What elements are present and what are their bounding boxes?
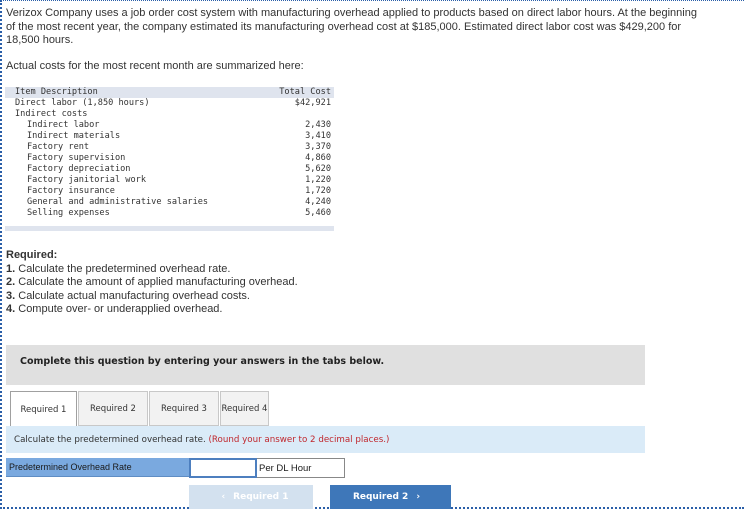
row-total: 4,240	[305, 197, 331, 207]
prev-required-button[interactable]: ‹ Required 1	[189, 485, 313, 509]
required-item-text: Compute over- or underapplied overhead.	[15, 303, 223, 315]
required-item-number: 2.	[6, 276, 16, 288]
table-row: Factory rent 3,370	[5, 142, 334, 153]
row-description: Factory insurance	[27, 186, 115, 196]
chevron-left-icon: ‹	[221, 492, 226, 502]
table-row: Factory insurance 1,720	[5, 186, 334, 197]
table-header-row: Item Description Total Cost	[5, 87, 334, 98]
next-required-button[interactable]: Required 2 ›	[330, 485, 451, 509]
tab-required-4[interactable]: Required 4	[220, 391, 269, 426]
required-title: Required:	[6, 249, 58, 261]
chevron-right-icon: ›	[416, 492, 421, 502]
required-item: 2. Calculate the amount of applied manuf…	[6, 276, 298, 290]
prev-label: Required 1	[233, 492, 289, 502]
required-item-text: Calculate the amount of applied manufact…	[15, 276, 298, 288]
tab-required-3[interactable]: Required 3	[149, 391, 219, 426]
tab-required-1[interactable]: Required 1	[10, 391, 77, 427]
table-row: Indirect costs	[5, 109, 334, 120]
row-description: Selling expenses	[27, 208, 110, 218]
required-item-text: Calculate the predetermined overhead rat…	[15, 262, 231, 275]
required-item: 4. Compute over- or underapplied overhea…	[6, 303, 298, 317]
row-description: Direct labor (1,850 hours)	[15, 98, 150, 108]
required-item-number: 3.	[6, 289, 16, 302]
table-row: General and administrative salaries 4,24…	[5, 197, 334, 208]
header-description: Item Description	[5, 87, 256, 98]
row-total: 1,720	[305, 186, 331, 196]
row-description: Factory rent	[27, 142, 90, 152]
row-description: Indirect labor	[27, 120, 100, 130]
answer-label: Predetermined Overhead Rate	[6, 458, 189, 477]
row-total: 1,220	[305, 175, 331, 185]
row-total: 4,860	[305, 153, 331, 163]
required-item: 3. Calculate actual manufacturing overhe…	[6, 290, 298, 304]
table-row: Factory depreciation 5,620	[5, 164, 334, 175]
table-footer	[5, 226, 334, 231]
actual-costs-lead: Actual costs for the most recent month a…	[6, 60, 304, 72]
task-instruction: Calculate the predetermined overhead rat…	[6, 426, 645, 453]
tab-required-2[interactable]: Required 2	[78, 391, 148, 426]
answer-row: Predetermined Overhead Rate Per DL Hour	[6, 458, 345, 478]
problem-intro: Verizox Company uses a job order cost sy…	[6, 7, 697, 46]
table-row: Selling expenses 5,460	[5, 208, 334, 219]
answer-unit: Per DL Hour	[257, 458, 345, 478]
complete-question-banner: Complete this question by entering your …	[6, 345, 645, 385]
rounding-note: (Round your answer to 2 decimal places.)	[208, 435, 390, 445]
cost-table: Item Description Total Cost Direct labor…	[5, 87, 334, 231]
required-item: 1. Calculate the predetermined overhead …	[6, 263, 298, 277]
table-row: Indirect materials 3,410	[5, 131, 334, 142]
row-description: Indirect costs	[15, 109, 88, 119]
row-total: 3,370	[305, 142, 331, 152]
required-tabs: Required 1 Required 2 Required 3 Require…	[10, 391, 270, 427]
row-description: Factory janitorial work	[27, 175, 146, 185]
row-description: Factory supervision	[27, 153, 126, 163]
table-row: Factory supervision 4,860	[5, 153, 334, 164]
table-row: Factory janitorial work 1,220	[5, 175, 334, 186]
row-total: 5,460	[305, 208, 331, 218]
header-total: Total Cost	[255, 87, 334, 98]
row-total: 3,410	[305, 131, 331, 141]
table-row: Indirect labor 2,430	[5, 120, 334, 131]
overhead-rate-input[interactable]	[189, 458, 257, 478]
required-section: Required: 1. Calculate the predetermined…	[6, 249, 298, 317]
row-total: 5,620	[305, 164, 331, 174]
table-row: Direct labor (1,850 hours) $42,921	[5, 98, 334, 109]
required-item-number: 1.	[6, 262, 16, 275]
required-item-text: Calculate actual manufacturing overhead …	[15, 289, 250, 302]
row-description: Indirect materials	[27, 131, 121, 141]
task-text: Calculate the predetermined overhead rat…	[14, 435, 209, 445]
row-description: General and administrative salaries	[27, 197, 209, 207]
next-label: Required 2	[352, 492, 409, 502]
row-description: Factory depreciation	[27, 164, 131, 174]
row-total: 2,430	[305, 120, 331, 130]
required-item-number: 4.	[6, 303, 16, 315]
row-total: $42,921	[294, 98, 331, 108]
